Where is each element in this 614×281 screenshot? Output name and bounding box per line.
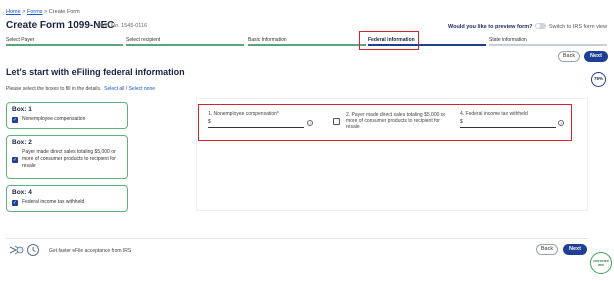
checkbox-checked-icon[interactable]: ✓: [12, 200, 18, 206]
step-select-payer[interactable]: Select Payer: [6, 37, 34, 43]
step-line-basic-information: [248, 44, 366, 46]
field-4-label: 4. Federal income tax withheld: [460, 111, 528, 117]
checkbox-checked-icon[interactable]: ✓: [12, 117, 18, 123]
federal-tax-withheld-input[interactable]: [460, 119, 556, 128]
field-2-label: 2. Payer made direct sales totaling $5,0…: [346, 112, 446, 130]
box-row: ✓ Payer made direct sales totaling $5,00…: [12, 149, 122, 170]
box-row: ✓ Federal income tax withheld: [12, 199, 122, 206]
box-description: Federal income tax withheld: [22, 199, 85, 205]
progress-stepper: Select Payer Select recipient Basic Info…: [0, 33, 614, 47]
box-card-4[interactable]: Box: 4 ✓ Federal income tax withheld: [6, 185, 128, 212]
select-none-link[interactable]: Select none: [129, 86, 155, 92]
info-icon[interactable]: ?: [307, 120, 313, 126]
field-underline: [460, 127, 556, 128]
footer-divider: [6, 238, 588, 239]
breadcrumb-forms-link[interactable]: Forms: [27, 9, 43, 15]
step-line-state-information: [489, 44, 607, 46]
back-button-top[interactable]: Back: [558, 51, 580, 62]
progress-ring: 75%: [591, 72, 606, 87]
step-select-recipient[interactable]: Select recipient: [126, 37, 160, 43]
box-title: Box: 4: [12, 189, 32, 196]
next-button-top[interactable]: Next: [584, 51, 608, 62]
breadcrumb-home-link[interactable]: Home: [6, 9, 21, 15]
breadcrumb-current: Create Form: [48, 9, 80, 15]
efile-fast-icon: [8, 243, 40, 257]
section-heading: Let's start with eFiling federal informa…: [6, 67, 185, 77]
info-icon[interactable]: ?: [558, 120, 564, 126]
irs-form-view-toggle[interactable]: [535, 23, 546, 29]
checkbox-checked-icon[interactable]: ✓: [12, 157, 18, 163]
box-card-2[interactable]: Box: 2 ✓ Payer made direct sales totalin…: [6, 135, 128, 179]
instruction-text: Please select the boxes to fill in the d…: [6, 86, 155, 92]
box-description: Payer made direct sales totaling $5,000 …: [22, 149, 116, 169]
box-title: Box: 2: [12, 139, 32, 146]
nonemployee-compensation-input[interactable]: [208, 119, 304, 128]
footer-message: Get faster eFile acceptance from IRS: [49, 248, 132, 254]
box-title: Box: 1: [12, 106, 32, 113]
step-state-information[interactable]: State information: [489, 37, 527, 43]
next-button-bottom[interactable]: Next: [563, 244, 587, 255]
instruction-label: Please select the boxes to fill in the d…: [6, 86, 102, 92]
step-basic-information[interactable]: Basic Information: [248, 37, 287, 43]
box-description: Nonemployee compensation: [22, 116, 86, 122]
step-line-select-recipient: [126, 44, 244, 46]
certified-badge: CERTIFIED IRIS: [590, 252, 612, 274]
toggle-knob: [536, 24, 540, 28]
field-underline: [208, 127, 304, 128]
step-line-select-payer: [6, 44, 123, 46]
breadcrumb: Home > Forms > Create Form: [6, 9, 80, 15]
box-row: ✓ Nonemployee compensation: [12, 116, 122, 123]
back-button-bottom[interactable]: Back: [536, 244, 558, 255]
toggle-label: Switch to IRS form view: [549, 24, 608, 30]
direct-sales-checkbox[interactable]: [333, 118, 340, 125]
preview-question: Would you like to preview form?: [448, 24, 533, 30]
active-step-highlight: [359, 31, 419, 50]
box-card-1[interactable]: Box: 1 ✓ Nonemployee compensation: [6, 102, 128, 129]
field-1-label: 1. Nonemployee compensation*: [208, 111, 279, 117]
select-all-link[interactable]: Select all: [104, 86, 124, 92]
omb-number: OMB No. 1545-0116: [97, 23, 148, 29]
badge-line-2: IRIS: [598, 262, 604, 267]
